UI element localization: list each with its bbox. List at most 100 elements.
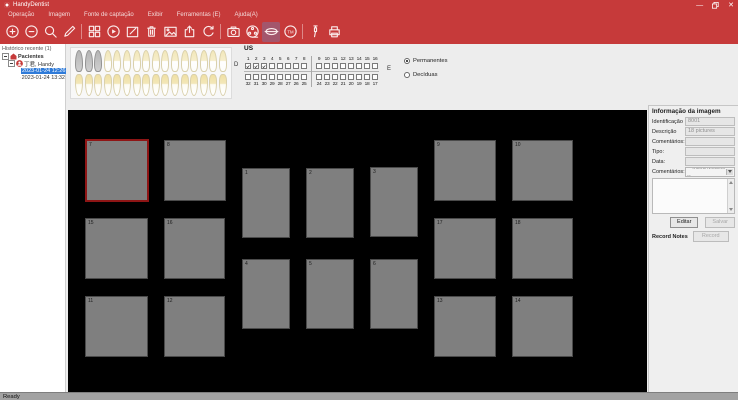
image-frame-14[interactable]: 14 bbox=[512, 296, 573, 357]
toolbar-button-grid[interactable] bbox=[85, 22, 103, 42]
info-field-value-3[interactable] bbox=[685, 147, 735, 156]
image-frame-6[interactable]: 6 bbox=[370, 259, 418, 329]
tooth-low-6[interactable] bbox=[123, 74, 131, 96]
tooth-checkbox-2[interactable] bbox=[253, 63, 259, 69]
tooth-checkbox-24[interactable] bbox=[316, 74, 322, 80]
record-timestamp[interactable]: 2023-01-24 12:26 bbox=[21, 68, 66, 74]
image-frame-17[interactable]: 17 bbox=[434, 218, 496, 279]
scroll-down-icon[interactable] bbox=[729, 208, 733, 211]
tree-expander-icon[interactable] bbox=[2, 53, 9, 60]
minimize-button[interactable]: — bbox=[696, 2, 703, 9]
record-timestamp[interactable]: 2023-01-24 13:32 bbox=[22, 75, 65, 81]
toolbar-button-magnifier[interactable] bbox=[41, 22, 59, 42]
tooth-up-12[interactable] bbox=[181, 50, 189, 72]
toolbar-button-print[interactable] bbox=[325, 22, 343, 42]
tooth-low-16[interactable] bbox=[219, 74, 227, 96]
tooth-checkbox-18[interactable] bbox=[364, 74, 370, 80]
edit-button[interactable]: Editar bbox=[670, 217, 698, 228]
toolbar-button-export[interactable] bbox=[180, 22, 198, 42]
image-frame-13[interactable]: 13 bbox=[434, 296, 496, 357]
tooth-checkbox-8[interactable] bbox=[301, 63, 307, 69]
image-frame-18[interactable]: 18 bbox=[512, 218, 573, 279]
tooth-checkbox-6[interactable] bbox=[285, 63, 291, 69]
tooth-checkbox-23[interactable] bbox=[324, 74, 330, 80]
menu-ajuda[interactable]: Ajuda(A) bbox=[234, 12, 257, 18]
toolbar-button-zoom-in[interactable] bbox=[3, 22, 21, 42]
tooth-up-9[interactable] bbox=[152, 50, 160, 72]
tooth-low-2[interactable] bbox=[85, 74, 93, 96]
tooth-up-13[interactable] bbox=[190, 50, 198, 72]
tooth-checkbox-13[interactable] bbox=[348, 63, 354, 69]
tooth-low-13[interactable] bbox=[190, 74, 198, 96]
tooth-checkbox-26[interactable] bbox=[293, 74, 299, 80]
toolbar-button-scan[interactable] bbox=[262, 22, 280, 42]
image-frame-11[interactable]: 11 bbox=[85, 296, 148, 357]
toolbar-button-edit[interactable] bbox=[123, 22, 141, 42]
tree-node-record[interactable]: 2023-01-24 13:32 bbox=[0, 74, 65, 81]
tree-node-record[interactable]: 2023-01-24 12:26 bbox=[0, 67, 65, 74]
tooth-low-4[interactable] bbox=[104, 74, 112, 96]
image-frame-1[interactable]: 1 bbox=[242, 168, 290, 238]
menu-fonte-de-captacao[interactable]: Fonte de captação bbox=[84, 12, 134, 18]
tooth-checkbox-7[interactable] bbox=[293, 63, 299, 69]
tooth-up-7[interactable] bbox=[133, 50, 141, 72]
dentition-option-permanentes[interactable]: Permanentes bbox=[404, 58, 447, 64]
tooth-checkbox-19[interactable] bbox=[356, 74, 362, 80]
tooth-up-6[interactable] bbox=[123, 50, 131, 72]
tooth-up-14[interactable] bbox=[200, 50, 208, 72]
tooth-checkbox-21[interactable] bbox=[340, 74, 346, 80]
tooth-checkbox-32[interactable] bbox=[245, 74, 251, 80]
record-button[interactable]: Record bbox=[693, 231, 729, 242]
tooth-low-3[interactable] bbox=[94, 74, 102, 96]
scroll-up-icon[interactable] bbox=[729, 181, 733, 184]
tooth-up-2[interactable] bbox=[85, 50, 93, 72]
tooth-checkbox-4[interactable] bbox=[269, 63, 275, 69]
image-frame-10[interactable]: 10 bbox=[512, 140, 573, 201]
image-frame-15[interactable]: 15 bbox=[85, 218, 148, 279]
tooth-checkbox-22[interactable] bbox=[332, 74, 338, 80]
tooth-checkbox-17[interactable] bbox=[372, 74, 378, 80]
tooth-checkbox-20[interactable] bbox=[348, 74, 354, 80]
toolbar-button-trademark[interactable]: TM bbox=[281, 22, 299, 42]
tooth-low-8[interactable] bbox=[142, 74, 150, 96]
menu-ferramentas[interactable]: Ferramentas (E) bbox=[177, 12, 221, 18]
toolbar-button-film-reel[interactable] bbox=[243, 22, 261, 42]
info-field-value-1[interactable]: 18 pictures bbox=[685, 127, 735, 136]
tooth-checkbox-31[interactable] bbox=[253, 74, 259, 80]
image-frame-7[interactable]: 7 bbox=[85, 139, 149, 202]
info-field-value-0[interactable]: 8001 bbox=[685, 117, 735, 126]
tooth-checkbox-27[interactable] bbox=[285, 74, 291, 80]
tooth-low-15[interactable] bbox=[209, 74, 217, 96]
image-frame-2[interactable]: 2 bbox=[306, 168, 354, 238]
tooth-checkbox-10[interactable] bbox=[324, 63, 330, 69]
tooth-checkbox-11[interactable] bbox=[332, 63, 338, 69]
tooth-checkbox-28[interactable] bbox=[277, 74, 283, 80]
tooth-checkbox-15[interactable] bbox=[364, 63, 370, 69]
image-frame-5[interactable]: 5 bbox=[306, 259, 354, 329]
toolbar-button-trash[interactable] bbox=[142, 22, 160, 42]
tooth-up-5[interactable] bbox=[113, 50, 121, 72]
toolbar-button-camera[interactable] bbox=[224, 22, 242, 42]
image-frame-4[interactable]: 4 bbox=[242, 259, 290, 329]
tree-node-patient[interactable]: 丁君, Handy bbox=[0, 60, 65, 67]
info-field-value-2[interactable] bbox=[685, 137, 735, 146]
tooth-low-10[interactable] bbox=[161, 74, 169, 96]
tooth-checkbox-14[interactable] bbox=[356, 63, 362, 69]
toolbar-button-image[interactable] bbox=[161, 22, 179, 42]
image-frame-8[interactable]: 8 bbox=[164, 140, 226, 201]
tooth-checkbox-12[interactable] bbox=[340, 63, 346, 69]
chevron-down-icon[interactable] bbox=[726, 169, 733, 175]
tooth-low-14[interactable] bbox=[200, 74, 208, 96]
tooth-checkbox-9[interactable] bbox=[316, 63, 322, 69]
menu-imagem[interactable]: Imagem bbox=[48, 12, 70, 18]
textarea-scrollbar[interactable] bbox=[727, 179, 734, 213]
tooth-checkbox-29[interactable] bbox=[269, 74, 275, 80]
tooth-checkbox-5[interactable] bbox=[277, 63, 283, 69]
tooth-low-1[interactable] bbox=[75, 74, 83, 96]
tooth-low-12[interactable] bbox=[181, 74, 189, 96]
radio-icon[interactable] bbox=[404, 58, 410, 64]
toolbar-button-zoom-out[interactable] bbox=[22, 22, 40, 42]
toolbar-button-probe[interactable] bbox=[306, 22, 324, 42]
info-field-value-4[interactable] bbox=[685, 157, 735, 166]
tooth-checkbox-25[interactable] bbox=[301, 74, 307, 80]
